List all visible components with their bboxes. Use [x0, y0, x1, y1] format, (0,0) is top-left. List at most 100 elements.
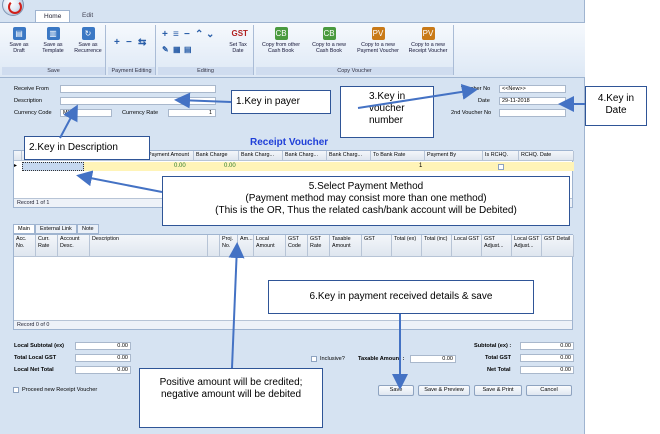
group-payment-editing-label: Payment Editing: [108, 67, 155, 75]
remove-payment-icon[interactable]: −: [126, 37, 132, 48]
callout-line: 5.Select Payment Method: [308, 181, 424, 192]
payment-amount-cell[interactable]: 0.00: [174, 163, 186, 169]
tab-external-link[interactable]: External Link: [35, 224, 77, 234]
col-header[interactable]: Bank Charge: [194, 151, 239, 161]
col-header[interactable]: Total (ex): [392, 235, 422, 257]
currency-code-label: Currency Code: [14, 110, 52, 116]
col-header[interactable]: Payment By: [425, 151, 483, 161]
grid2-navigator[interactable]: Record 0 of 0: [14, 320, 572, 329]
total-gst-value: 0.00: [520, 354, 574, 362]
col-header[interactable]: GST Rate: [308, 235, 330, 257]
save-icon: ▤: [12, 27, 26, 40]
receive-from-label: Receive From: [14, 86, 49, 92]
col-header[interactable]: Local GST: [452, 235, 482, 257]
delete-row-icon[interactable]: −: [184, 29, 190, 40]
payment-method-cell[interactable]: [22, 162, 84, 171]
tab-note[interactable]: Note: [77, 224, 99, 234]
save-template-button[interactable]: ▥ Save as Template: [38, 27, 68, 54]
local-net-total-label: Local Net Total: [14, 367, 54, 373]
callout-key-in-date: 4.Key in Date: [585, 86, 647, 126]
recurrence-icon: ↻: [81, 27, 95, 40]
cashbook-icon: CB: [322, 27, 336, 40]
voucher-no-label: Voucher No: [461, 86, 491, 92]
template-icon: ▥: [46, 27, 60, 40]
local-subtotal-value: 0.00: [75, 342, 131, 350]
is-rchq-checkbox[interactable]: [498, 164, 504, 170]
move-up-icon[interactable]: ⌃: [195, 29, 203, 40]
row-indicator-header: [14, 151, 22, 161]
save-print-button[interactable]: Save & Print: [474, 385, 522, 396]
save-preview-button[interactable]: Save & Preview: [418, 385, 470, 396]
col-header-spacer: [208, 235, 220, 257]
edit-icon[interactable]: ✎: [162, 45, 169, 54]
col-header[interactable]: GST Adjust...: [482, 235, 512, 257]
col-header[interactable]: Bank Charg...: [327, 151, 371, 161]
gst-clock-icon: GST: [231, 29, 248, 38]
proceed-new-checkbox[interactable]: [13, 387, 19, 393]
col-header[interactable]: Local GST Adjust...: [512, 235, 542, 257]
transfer-payment-icon[interactable]: ⇆: [138, 37, 146, 48]
save-draft-button[interactable]: ▤ Save as Draft: [4, 27, 34, 54]
col-header[interactable]: Acc. No.: [14, 235, 36, 257]
app-menu-orb[interactable]: [2, 0, 24, 16]
set-tax-date-button[interactable]: GST Set Tax Date: [224, 27, 252, 54]
col-header[interactable]: Is RCHQ.: [483, 151, 519, 161]
col-header[interactable]: RCHQ. Date: [519, 151, 574, 161]
proceed-new-label: Proceed new Receipt Voucher: [22, 387, 98, 393]
col-header[interactable]: Account Desc.: [58, 235, 90, 257]
col-header[interactable]: Bank Charg...: [283, 151, 327, 161]
add-payment-icon[interactable]: +: [114, 37, 120, 48]
copy-new-cashbook-button[interactable]: CB Copy to a new Cash Book: [306, 27, 352, 54]
copy-new-receipt-button[interactable]: PV Copy to a new Receipt Voucher: [404, 27, 452, 54]
receipt-voucher-title: Receipt Voucher: [250, 137, 329, 148]
group-save-label: Save: [2, 67, 105, 75]
inclusive-label: Inclusive?: [320, 356, 345, 362]
tab-main[interactable]: Main: [13, 224, 35, 234]
list-icon[interactable]: ▤: [184, 45, 192, 54]
voucher-no-input[interactable]: <<New>>: [499, 85, 566, 93]
save-button[interactable]: Save: [378, 385, 414, 396]
currency-code-select[interactable]: MYR: [60, 109, 112, 117]
receipt-voucher-icon: PV: [421, 27, 435, 40]
col-header[interactable]: Proj. No.: [220, 235, 238, 257]
total-local-gst-label: Total Local GST: [14, 355, 57, 361]
col-header[interactable]: Local Amount: [254, 235, 286, 257]
callout-key-in-payment-details: 6.Key in payment received details & save: [268, 280, 534, 314]
cancel-button[interactable]: Cancel: [526, 385, 572, 396]
save-recurrence-button[interactable]: ↻ Save as Recurrence: [72, 27, 104, 54]
col-header[interactable]: Bank Charg...: [239, 151, 283, 161]
group-copy-voucher-label: Copy Voucher: [256, 67, 453, 75]
col-header[interactable]: Am...: [238, 235, 254, 257]
receive-from-input[interactable]: [60, 85, 216, 93]
col-header[interactable]: To Bank Rate: [371, 151, 425, 161]
callout-key-in-voucher-number: 3.Key in voucher number: [340, 86, 434, 138]
col-header[interactable]: Total (inc): [422, 235, 452, 257]
group-payment-editing: + − ⇆ Payment Editing: [108, 25, 156, 75]
description-input[interactable]: [60, 97, 216, 105]
col-header[interactable]: Curr. Rate: [36, 235, 58, 257]
net-total-label: Net Total: [487, 367, 511, 373]
date-input[interactable]: 29-11-2018: [499, 97, 566, 105]
grid-icon[interactable]: ▦: [173, 45, 181, 54]
col-header[interactable]: GST Code: [286, 235, 308, 257]
group-save: ▤ Save as Draft ▥ Save as Template ↻ Save a…: [2, 25, 106, 75]
bank-charge-cell[interactable]: 0.00: [224, 163, 236, 169]
col-header[interactable]: Description: [90, 235, 208, 257]
col-header[interactable]: Taxable Amount: [330, 235, 362, 257]
copy-other-cashbook-button[interactable]: CB Copy from other Cash Book: [258, 27, 304, 54]
insert-row-icon[interactable]: ≡: [173, 29, 179, 40]
date-label: Date: [478, 98, 490, 104]
inclusive-checkbox[interactable]: [311, 356, 317, 362]
col-header[interactable]: GST Detail: [542, 235, 574, 257]
to-bank-rate-cell[interactable]: 1: [419, 163, 422, 169]
add-row-icon[interactable]: +: [162, 29, 168, 40]
callout-key-in-payer: 1.Key in payer: [231, 90, 331, 114]
col-header[interactable]: GST: [362, 235, 392, 257]
move-down-icon[interactable]: ⌄: [206, 29, 214, 40]
local-net-total-value: 0.00: [75, 366, 131, 374]
second-voucher-no-input[interactable]: [499, 109, 566, 117]
row-pointer-icon: ▸: [14, 163, 18, 169]
col-header[interactable]: Payment Amount: [146, 151, 194, 161]
currency-rate-input[interactable]: 1: [168, 109, 216, 117]
copy-new-payment-button[interactable]: PV Copy to a new Payment Voucher: [354, 27, 402, 54]
